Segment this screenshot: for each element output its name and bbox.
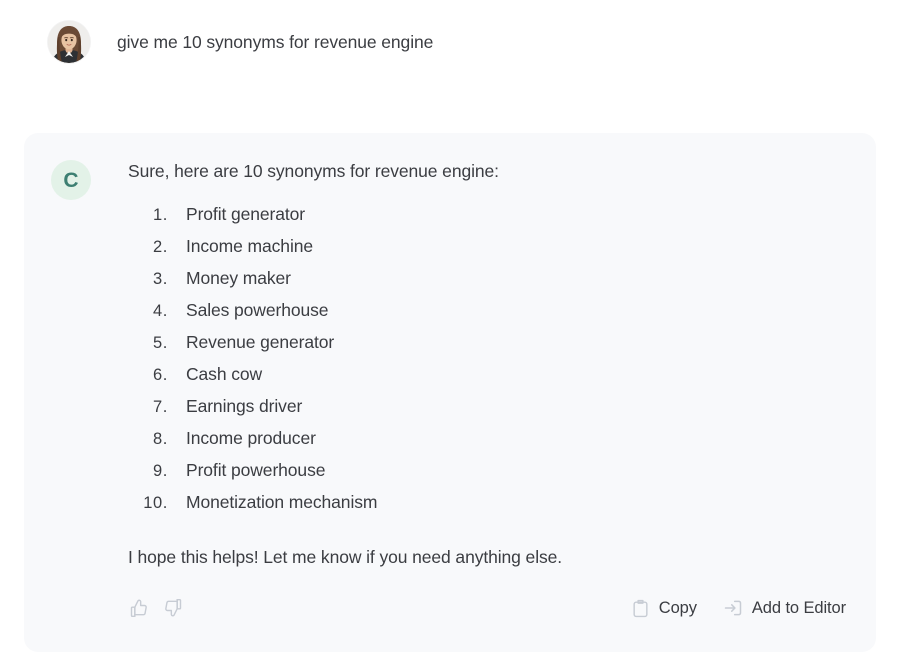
list-item: 2. Income machine — [128, 236, 846, 268]
list-item-label: Earnings driver — [186, 396, 303, 416]
assistant-outro-text: I hope this helps! Let me know if you ne… — [128, 547, 563, 567]
assistant-avatar: C — [51, 160, 91, 200]
copy-button[interactable]: Copy — [631, 599, 697, 618]
list-item: 6. Cash cow — [128, 364, 846, 396]
list-item-number: 8. — [153, 430, 168, 448]
synonym-list: 1. Profit generator 2. Income machine 3.… — [128, 204, 846, 524]
list-item-number: 4. — [153, 302, 168, 320]
list-item-label: Income producer — [186, 428, 316, 448]
list-item-number: 6. — [153, 366, 168, 384]
user-photo-avatar — [48, 21, 90, 63]
list-item: 7. Earnings driver — [128, 396, 846, 428]
clipboard-icon — [631, 599, 650, 618]
feedback-buttons — [128, 597, 184, 619]
list-item-number: 7. — [153, 398, 168, 416]
thumbs-down-icon[interactable] — [162, 597, 184, 619]
assistant-avatar-letter: C — [63, 168, 79, 192]
list-item-number: 5. — [153, 334, 168, 352]
list-item: 10. Monetization mechanism — [128, 492, 846, 524]
assistant-response-card: C Sure, here are 10 synonyms for revenue… — [24, 133, 876, 652]
assistant-intro-text: Sure, here are 10 synonyms for revenue e… — [128, 161, 499, 181]
arrow-into-box-icon — [723, 598, 743, 618]
add-to-editor-button-label: Add to Editor — [751, 598, 846, 617]
list-item-label: Profit powerhouse — [186, 460, 326, 480]
list-item: 5. Revenue generator — [128, 332, 846, 364]
list-item: 1. Profit generator — [128, 204, 846, 236]
thumbs-up-icon[interactable] — [128, 597, 150, 619]
primary-actions: Copy Add to Editor — [631, 598, 846, 618]
list-item-number: 3. — [153, 270, 168, 288]
list-item-label: Sales powerhouse — [186, 300, 329, 320]
assistant-message-body: Sure, here are 10 synonyms for revenue e… — [128, 155, 846, 569]
list-item-label: Revenue generator — [186, 332, 335, 352]
list-item-label: Cash cow — [186, 364, 263, 384]
assistant-action-bar: Copy Add to Editor — [128, 588, 846, 628]
copy-button-label: Copy — [658, 598, 697, 617]
list-item: 8. Income producer — [128, 428, 846, 460]
list-item: 4. Sales powerhouse — [128, 300, 846, 332]
list-item-number: 9. — [153, 462, 168, 480]
list-item-label: Profit generator — [186, 204, 306, 224]
list-item-number: 1. — [153, 206, 168, 224]
list-item: 3. Money maker — [128, 268, 846, 300]
list-item-label: Money maker — [186, 268, 291, 288]
list-item-number: 2. — [153, 238, 168, 256]
user-message-text: give me 10 synonyms for revenue engine — [117, 32, 434, 52]
chat-page: give me 10 synonyms for revenue engine C… — [0, 0, 900, 664]
list-item: 9. Profit powerhouse — [128, 460, 846, 492]
add-to-editor-button[interactable]: Add to Editor — [723, 598, 846, 618]
list-item-label: Monetization mechanism — [186, 492, 378, 512]
user-message-row: give me 10 synonyms for revenue engine — [0, 0, 900, 86]
list-item-label: Income machine — [186, 236, 313, 256]
list-item-number: 10. — [143, 494, 168, 512]
